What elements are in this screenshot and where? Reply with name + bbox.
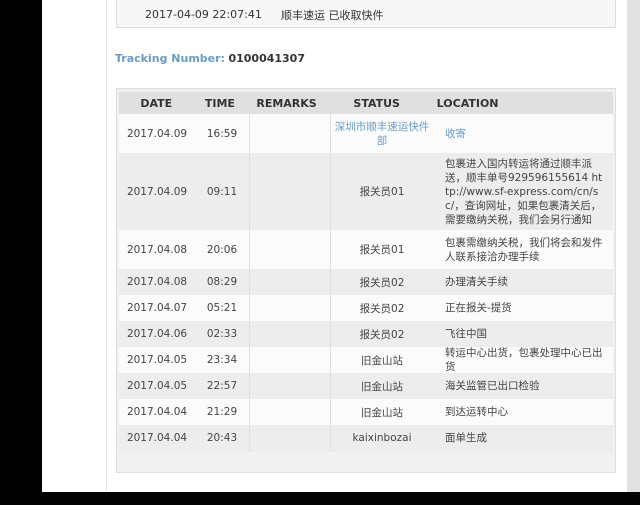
row-time: 20:43 xyxy=(206,432,238,444)
row-remarks xyxy=(249,373,331,399)
row-status: kaixinbozai xyxy=(352,432,412,444)
table-row: 2017.04.04 21:29 旧金山站 到达运转中心 xyxy=(119,399,613,426)
row-date: 2017.04.04 xyxy=(126,406,188,418)
row-location: 包裹需缴纳关税，我们将会和发件人联系接洽办理手续 xyxy=(445,236,603,263)
row-time: 05:21 xyxy=(206,302,238,314)
table-row: 2017.04.08 20:06 报关员01 包裹需缴纳关税，我们将会和发件人联… xyxy=(119,230,613,270)
row-status-text: 深圳市顺丰速运快件部 xyxy=(334,120,430,147)
row-time: 20:06 xyxy=(206,243,238,256)
row-time: 02:33 xyxy=(206,328,238,340)
row-remarks xyxy=(249,347,331,373)
previous-entry-datetime: 2017-04-09 22:07:41 xyxy=(145,8,262,21)
row-date: 2017.04.08 xyxy=(126,276,188,288)
row-location-text: 收寄 xyxy=(445,127,466,140)
row-date: 2017.04.06 xyxy=(126,328,188,340)
row-location: 办理清关手续 xyxy=(445,276,508,288)
row-location: 收寄 xyxy=(433,114,613,153)
tracking-number-line: Tracking Number: 0100041307 xyxy=(115,52,305,65)
tracking-number-label: Tracking Number: xyxy=(115,52,225,65)
tracking-number-value: 0100041307 xyxy=(228,52,305,65)
row-date: 2017.04.05 xyxy=(126,380,188,392)
row-status: 旧金山站 xyxy=(361,406,403,419)
row-time: 09:11 xyxy=(206,185,238,198)
row-location: 到达运转中心 xyxy=(445,406,508,418)
row-date: 2017.04.08 xyxy=(126,243,188,256)
row-location: 面单生成 xyxy=(445,432,487,444)
row-time: 08:29 xyxy=(206,276,238,288)
row-remarks xyxy=(249,153,331,230)
row-location: 正在报关-提货 xyxy=(445,302,512,314)
header-time: TIME xyxy=(204,96,235,110)
left-dark-border xyxy=(0,0,42,505)
previous-entry-box: 2017-04-09 22:07:41 顺丰速运 已收取快件 xyxy=(116,0,616,28)
row-location: 飞往中国 xyxy=(445,328,487,340)
row-remarks xyxy=(249,321,331,347)
previous-entry-text: 顺丰速运 已收取快件 xyxy=(281,9,384,22)
row-remarks xyxy=(249,230,331,269)
row-location: 海关监管已出口检验 xyxy=(445,380,540,392)
row-location: 转运中心出货，包裹处理中心已出货 xyxy=(445,347,603,373)
tracking-table: DATE TIME REMARKS STATUS LOCATION 2017.0… xyxy=(116,88,616,473)
row-time: 22:57 xyxy=(206,380,238,392)
row-remarks xyxy=(249,425,331,451)
table-row: 2017.04.05 23:34 旧金山站 转运中心出货，包裹处理中心已出货 xyxy=(119,347,613,374)
row-remarks xyxy=(249,295,331,321)
row-status: 报关员01 xyxy=(359,186,405,198)
row-remarks xyxy=(249,269,331,295)
row-status: 旧金山站 xyxy=(361,354,403,367)
table-row: 2017.04.09 16:59 深圳市顺丰速运快件部 收寄 xyxy=(119,114,613,154)
row-status: 报关员02 xyxy=(359,328,405,341)
row-status: 报关员02 xyxy=(359,302,405,315)
row-status: 报关员02 xyxy=(359,276,405,289)
row-status: 报关员01 xyxy=(359,244,405,256)
row-time: 21:29 xyxy=(206,406,238,418)
row-status: 旧金山站 xyxy=(361,380,403,393)
row-date: 2017.04.05 xyxy=(126,354,188,366)
table-header-row: DATE TIME REMARKS STATUS LOCATION xyxy=(119,92,613,114)
header-location: LOCATION xyxy=(436,96,499,110)
header-date: DATE xyxy=(140,96,173,110)
row-time: 16:59 xyxy=(206,127,238,140)
row-date: 2017.04.09 xyxy=(126,127,188,140)
row-time: 23:34 xyxy=(206,354,238,366)
table-row: 2017.04.06 02:33 报关员02 飞往中国 xyxy=(119,321,613,348)
row-remarks xyxy=(249,399,331,425)
table-row: 2017.04.07 05:21 报关员02 正在报关-提货 xyxy=(119,295,613,322)
header-remarks: REMARKS xyxy=(256,96,317,110)
row-date: 2017.04.09 xyxy=(126,185,188,198)
table-row: 2017.04.09 09:11 报关员01 包裹进入国内转运将通过顺丰派送，顺… xyxy=(119,153,613,231)
table-row: 2017.04.04 20:43 kaixinbozai 面单生成 xyxy=(119,425,613,452)
row-status: 深圳市顺丰速运快件部 xyxy=(331,114,433,153)
table-row: 2017.04.05 22:57 旧金山站 海关监管已出口检验 xyxy=(119,373,613,400)
row-remarks xyxy=(249,114,331,153)
right-page-edge xyxy=(626,0,640,505)
row-date: 2017.04.04 xyxy=(126,432,188,444)
header-status: STATUS xyxy=(353,96,400,110)
row-date: 2017.04.07 xyxy=(126,302,188,314)
bottom-dark-border xyxy=(0,492,640,505)
table-row: 2017.04.08 08:29 报关员02 办理清关手续 xyxy=(119,269,613,296)
row-location: 包裹进入国内转运将通过顺丰派送，顺丰单号929596155614 http://… xyxy=(445,157,603,226)
